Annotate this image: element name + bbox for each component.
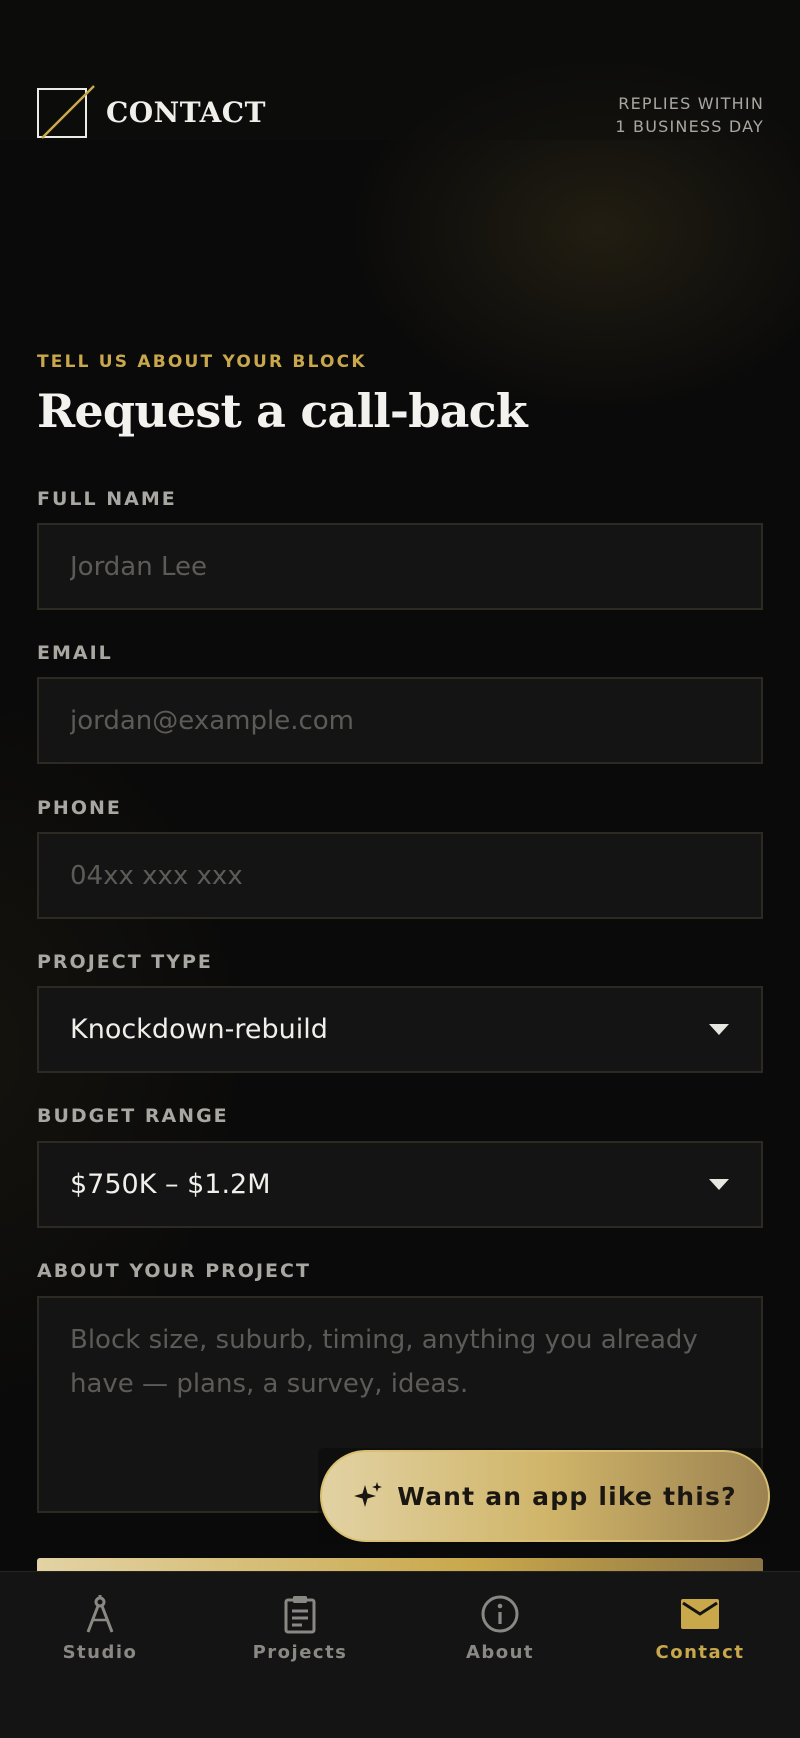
about-project-label: ABOUT YOUR PROJECT — [37, 1260, 311, 1282]
reply-time-line-1: REPLIES WITHIN — [618, 94, 764, 113]
nav-item-contact[interactable]: Contact — [600, 1592, 800, 1672]
nav-label-projects: Projects — [252, 1642, 348, 1663]
nav-item-studio[interactable]: Studio — [0, 1592, 200, 1672]
form-title: Request a call-back — [37, 384, 528, 438]
info-icon — [481, 1595, 519, 1633]
phone-input[interactable] — [39, 834, 761, 917]
section-eyebrow: TELL US ABOUT YOUR BLOCK — [37, 352, 367, 372]
project-type-value: Knockdown-rebuild — [70, 1014, 328, 1045]
chevron-down-icon — [709, 1179, 729, 1190]
budget-range-select[interactable]: $750K – $1.2M — [37, 1141, 763, 1228]
budget-range-value: $750K – $1.2M — [70, 1169, 271, 1200]
nav-label-about: About — [465, 1642, 535, 1663]
project-type-label: PROJECT TYPE — [37, 951, 213, 973]
chevron-down-icon — [709, 1024, 729, 1035]
phone-field[interactable] — [37, 832, 763, 919]
nav-label-studio: Studio — [62, 1642, 138, 1663]
email-field[interactable] — [37, 677, 763, 764]
email-label: EMAIL — [37, 642, 113, 664]
bottom-nav: Studio Projects About Contact — [0, 1571, 800, 1738]
envelope-icon — [681, 1599, 719, 1629]
top-header: CONTACT REPLIES WITHIN 1 BUSINESS DAY — [0, 0, 800, 140]
phone-label: PHONE — [37, 797, 122, 819]
page-title-brand: CONTACT — [106, 96, 266, 129]
full-name-label: FULL NAME — [37, 488, 177, 510]
reply-time-note: REPLIES WITHIN 1 BUSINESS DAY — [615, 92, 764, 138]
full-name-field[interactable] — [37, 523, 763, 610]
email-input[interactable] — [39, 679, 761, 762]
nav-label-contact: Contact — [655, 1642, 745, 1663]
budget-range-label: BUDGET RANGE — [37, 1105, 229, 1127]
reply-time-line-2: 1 BUSINESS DAY — [615, 117, 764, 136]
about-project-placeholder: Block size, suburb, timing, anything you… — [70, 1325, 698, 1399]
project-type-select[interactable]: Knockdown-rebuild — [37, 986, 763, 1073]
sparkle-icon — [354, 1482, 383, 1507]
full-name-input[interactable] — [39, 525, 761, 608]
nav-item-projects[interactable]: Projects — [200, 1592, 400, 1672]
compass-icon — [86, 1595, 114, 1633]
want-app-label: Want an app like this? — [397, 1481, 737, 1511]
nav-item-about[interactable]: About — [400, 1592, 600, 1672]
clipboard-icon — [284, 1596, 316, 1634]
logo-icon — [37, 85, 95, 139]
want-app-button[interactable]: Want an app like this? — [320, 1450, 770, 1542]
